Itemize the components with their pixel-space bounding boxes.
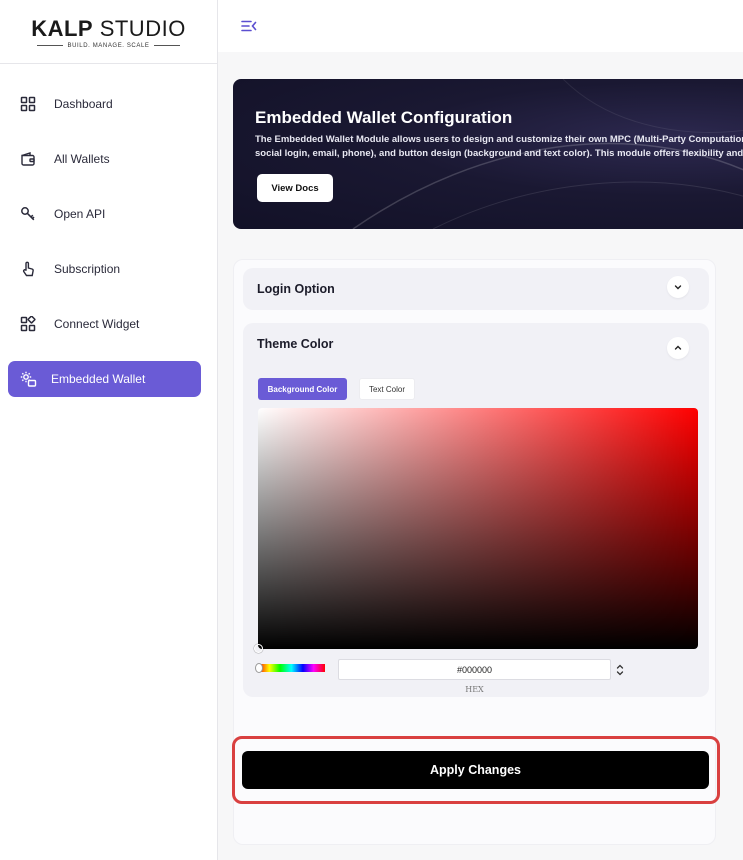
format-toggle-icon[interactable] xyxy=(615,661,625,679)
sidebar-item-embedded-wallet[interactable]: Embedded Wallet xyxy=(8,361,201,397)
sidebar-item-connect-widget[interactable]: Connect Widget xyxy=(8,306,201,342)
divider xyxy=(37,45,64,46)
tab-background-color[interactable]: Background Color xyxy=(258,378,347,400)
accordion-title: Login Option xyxy=(257,282,335,296)
main-content: Embedded Wallet Configuration The Embedd… xyxy=(218,52,743,860)
apply-changes-button[interactable]: Apply Changes xyxy=(242,751,709,789)
widget-icon xyxy=(19,315,37,333)
theme-color-accordion: Theme Color Background Color Text Color … xyxy=(243,323,709,697)
sidebar-item-label: Embedded Wallet xyxy=(51,372,146,386)
pointer-hand-icon xyxy=(19,260,37,278)
sidebar-nav: Dashboard All Wallets Open API Subscript… xyxy=(0,64,217,397)
logo[interactable]: KALP STUDIO BUILD. MANAGE. SCALE xyxy=(0,0,217,64)
sidebar-item-all-wallets[interactable]: All Wallets xyxy=(8,141,201,177)
gear-wallet-icon xyxy=(19,370,37,388)
sidebar-item-label: All Wallets xyxy=(54,152,110,166)
hex-label: HEX xyxy=(465,685,484,694)
saturation-value-picker[interactable] xyxy=(254,408,698,653)
tagline-text: BUILD. MANAGE. SCALE xyxy=(67,42,150,49)
sidebar-item-dashboard[interactable]: Dashboard xyxy=(8,86,201,122)
top-bar xyxy=(218,0,743,52)
hue-handle[interactable] xyxy=(255,663,263,673)
sidebar-item-label: Dashboard xyxy=(54,97,113,111)
hue-slider[interactable] xyxy=(255,663,325,673)
page-title: Embedded Wallet Configuration xyxy=(255,108,513,127)
banner-description-line-1: The Embedded Wallet Module allows users … xyxy=(255,134,743,145)
tab-text-color[interactable]: Text Color xyxy=(359,378,415,400)
sidebar-item-label: Connect Widget xyxy=(54,317,140,331)
sidebar: KALP STUDIO BUILD. MANAGE. SCALE Dashboa… xyxy=(0,0,218,860)
sidebar-item-open-api[interactable]: Open API xyxy=(8,196,201,232)
accordion-title[interactable]: Theme Color xyxy=(257,337,333,351)
logo-text: KALP STUDIO xyxy=(31,15,186,41)
logo-name-bold: KALP xyxy=(31,15,94,41)
view-docs-button[interactable]: View Docs xyxy=(257,174,333,202)
logo-name-light: STUDIO xyxy=(93,15,186,41)
collapse-sidebar-icon[interactable] xyxy=(240,17,258,35)
config-banner: Embedded Wallet Configuration The Embedd… xyxy=(233,79,743,229)
banner-description: The Embedded Wallet Module allows users … xyxy=(255,133,743,161)
chevron-down-icon[interactable] xyxy=(667,276,689,298)
hex-input[interactable] xyxy=(338,659,611,680)
wallet-icon xyxy=(19,150,37,168)
key-icon xyxy=(19,205,37,223)
chevron-up-icon[interactable] xyxy=(667,337,689,359)
banner-description-line-2: social login, email, phone), and button … xyxy=(255,148,743,159)
sidebar-item-label: Open API xyxy=(54,207,106,221)
logo-tagline: BUILD. MANAGE. SCALE xyxy=(37,42,180,49)
divider xyxy=(153,45,180,46)
sidebar-item-subscription[interactable]: Subscription xyxy=(8,251,201,287)
sidebar-item-label: Subscription xyxy=(54,262,121,276)
saturation-handle[interactable] xyxy=(254,644,263,653)
login-option-accordion[interactable]: Login Option xyxy=(243,268,709,310)
grid-icon xyxy=(19,95,37,113)
